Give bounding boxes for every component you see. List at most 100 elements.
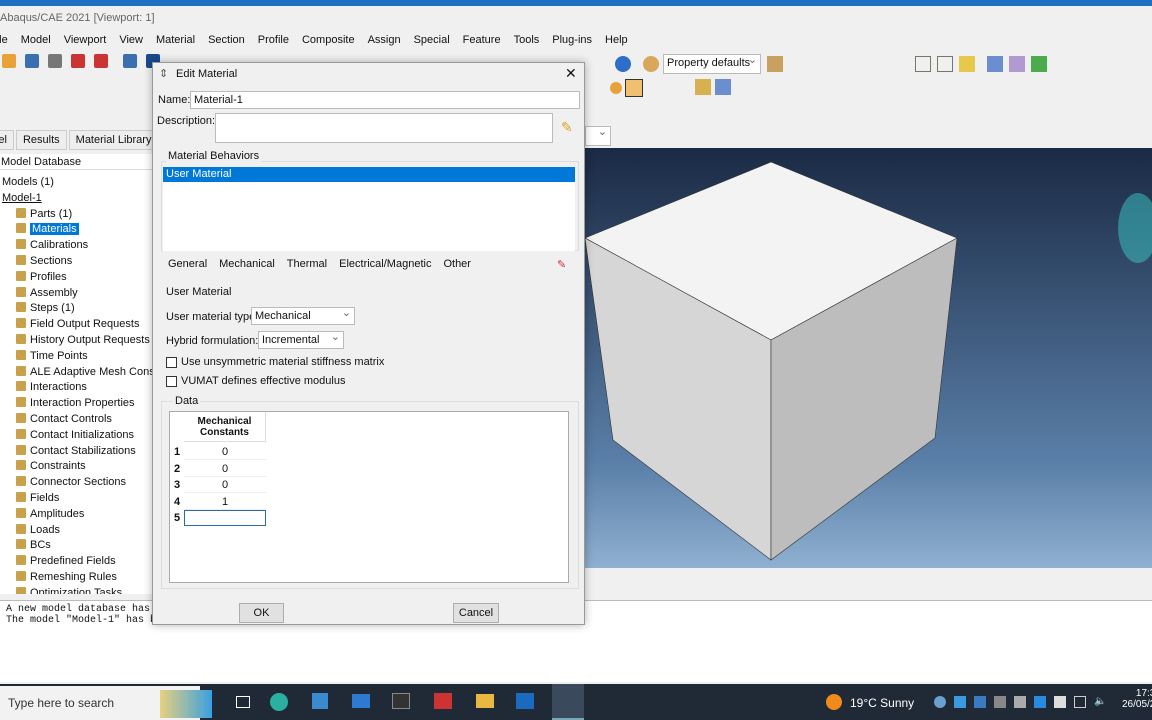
abaqus-taskbar-icon[interactable] <box>552 684 584 720</box>
name-input[interactable]: Material-1 <box>190 91 580 109</box>
behavior-menu-general[interactable]: General <box>168 258 207 270</box>
network-icon[interactable] <box>1074 696 1086 708</box>
property-defaults-select[interactable]: Property defaults <box>663 53 761 74</box>
tray-icon[interactable] <box>934 696 946 708</box>
tree-item[interactable]: Models (1) <box>0 175 152 191</box>
tree-item[interactable]: Interaction Properties <box>0 396 152 412</box>
tab-model[interactable]: Model <box>0 130 14 150</box>
tree-item[interactable]: Model-1 <box>0 191 152 207</box>
tree-item[interactable]: Remeshing Rules <box>0 570 152 586</box>
ok-button[interactable]: OK <box>239 603 284 623</box>
cancel-button[interactable]: Cancel <box>453 603 499 623</box>
app-icon[interactable] <box>434 693 452 709</box>
open-icon[interactable] <box>2 54 16 68</box>
menu-composite[interactable]: Composite <box>302 34 355 50</box>
tree-item[interactable]: Constraints <box>0 459 152 475</box>
menu-tools[interactable]: Tools <box>514 34 540 50</box>
info-icon[interactable] <box>615 56 631 72</box>
store-icon[interactable] <box>312 693 328 709</box>
tree-item[interactable]: Fields <box>0 491 152 507</box>
user-material-type-select[interactable]: Mechanical <box>251 306 355 325</box>
viewport[interactable] <box>584 148 1152 568</box>
viewport-select[interactable] <box>585 125 611 146</box>
vumat-checkbox[interactable] <box>166 376 177 387</box>
table-cell[interactable]: 1 <box>184 494 266 510</box>
tree-item[interactable]: Profiles <box>0 270 152 286</box>
mesh-icon[interactable] <box>987 56 1003 72</box>
tree-item[interactable]: Assembly <box>0 286 152 302</box>
parts-icon[interactable] <box>695 79 711 95</box>
menu-assign[interactable]: Assign <box>368 34 401 50</box>
task-view-icon[interactable] <box>236 696 250 708</box>
tree-item[interactable]: Optimization Tasks <box>0 586 152 594</box>
table-cell[interactable]: 0 <box>184 461 266 477</box>
menu-profile[interactable]: Profile <box>258 34 289 50</box>
behavior-menu-mechanical[interactable]: Mechanical <box>219 258 275 270</box>
hidden-line-icon[interactable] <box>937 56 953 72</box>
menu-feature[interactable]: Feature <box>463 34 501 50</box>
tree-item[interactable]: History Output Requests <box>0 333 152 349</box>
menu-help[interactable]: Help <box>605 34 628 50</box>
print-icon[interactable] <box>48 54 63 68</box>
save-icon[interactable] <box>25 54 40 68</box>
shaded-icon[interactable] <box>959 56 975 72</box>
render-style-icon[interactable] <box>767 56 783 72</box>
menu-model[interactable]: Model <box>21 34 51 50</box>
security-icon[interactable] <box>1054 696 1066 708</box>
menu-viewport[interactable]: Viewport <box>64 34 107 50</box>
tree-item[interactable]: Calibrations <box>0 238 152 254</box>
tree-item[interactable]: Predefined Fields <box>0 554 152 570</box>
mail-icon[interactable] <box>352 694 370 708</box>
table-cell[interactable] <box>184 510 266 526</box>
tree-item[interactable]: Contact Controls <box>0 412 152 428</box>
pan-icon[interactable] <box>123 54 138 68</box>
unsymmetric-checkbox[interactable] <box>166 357 177 368</box>
mesh-dashed-icon[interactable] <box>1009 56 1025 72</box>
sphere-icon[interactable] <box>610 82 622 94</box>
table-cell[interactable]: 0 <box>184 444 266 460</box>
tree-item[interactable]: Interactions <box>0 380 152 396</box>
tree-item[interactable]: Contact Initializations <box>0 428 152 444</box>
outlook-icon[interactable] <box>516 693 534 709</box>
behavior-menu-thermal[interactable]: Thermal <box>287 258 327 270</box>
tree-item[interactable]: Contact Stabilizations <box>0 444 152 460</box>
tray-icon[interactable] <box>974 696 986 708</box>
behavior-menu-electrical-magnetic[interactable]: Electrical/Magnetic <box>339 258 431 270</box>
menu-section[interactable]: Section <box>208 34 245 50</box>
clock[interactable]: 17:30 26/05/20 <box>1122 688 1152 710</box>
menu-view[interactable]: View <box>119 34 143 50</box>
tree-item[interactable]: Loads <box>0 523 152 539</box>
menu-material[interactable]: Material <box>156 34 195 50</box>
close-icon[interactable]: ✕ <box>565 65 577 82</box>
system-tray[interactable]: 🔈 <box>934 696 1114 708</box>
green-cube-icon[interactable] <box>1031 56 1047 72</box>
menu-special[interactable]: Special <box>414 34 450 50</box>
export-icon[interactable] <box>94 54 109 68</box>
menu-plug-ins[interactable]: Plug-ins <box>552 34 592 50</box>
data-table[interactable]: Mechanical Constants 102030415 <box>169 411 569 583</box>
tree-item[interactable]: Time Points <box>0 349 152 365</box>
tree-item[interactable]: Connector Sections <box>0 475 152 491</box>
table-cell[interactable]: 0 <box>184 477 266 493</box>
tab-material-library[interactable]: Material Library <box>68 130 159 150</box>
hybrid-formulation-select[interactable]: Incremental <box>258 330 344 349</box>
edge-icon[interactable] <box>270 693 288 711</box>
tree-item[interactable]: Materials <box>0 222 152 238</box>
tree-item[interactable]: Field Output Requests <box>0 317 152 333</box>
shield-icon[interactable] <box>1034 696 1046 708</box>
tree-item[interactable]: Amplitudes <box>0 507 152 523</box>
tray-icon[interactable] <box>1014 696 1026 708</box>
pencil-icon[interactable]: ✎ <box>561 119 573 136</box>
behaviors-list[interactable]: User Material <box>163 167 575 251</box>
model-tree[interactable]: Model Database Models (1) Model-1 Parts (1… <box>0 154 152 594</box>
weather-text[interactable]: 19°C Sunny <box>850 696 914 710</box>
wireframe-icon[interactable] <box>915 56 931 72</box>
tab-results[interactable]: Results <box>15 130 67 150</box>
palette-icon[interactable] <box>643 56 659 72</box>
tree-item[interactable]: Steps (1) <box>0 301 152 317</box>
folder-icon[interactable] <box>476 694 494 708</box>
menu-file[interactable]: File <box>0 34 8 50</box>
tray-icon[interactable] <box>994 696 1006 708</box>
description-input[interactable] <box>215 113 553 143</box>
import-icon[interactable] <box>71 54 86 68</box>
